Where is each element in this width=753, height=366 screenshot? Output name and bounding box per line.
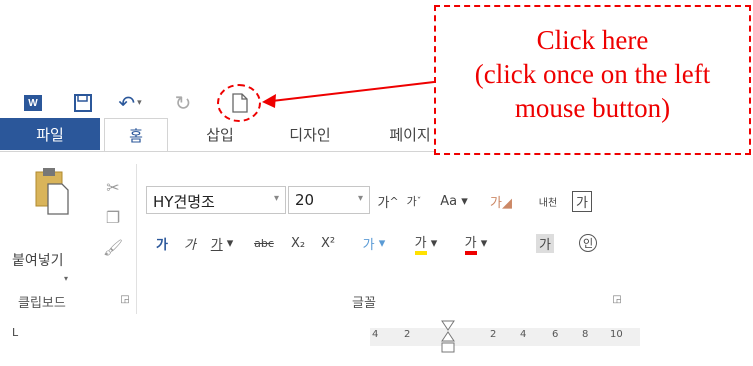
save-icon bbox=[74, 94, 92, 112]
ruler-tick: 4 bbox=[520, 329, 527, 340]
callout-line: (click once on the left bbox=[474, 59, 711, 89]
eraser-icon: 가◢ bbox=[490, 195, 512, 211]
redo-button[interactable]: ↻ bbox=[170, 88, 196, 118]
ruler-tick: 10 bbox=[610, 329, 623, 340]
format-painter-button[interactable]: 🖌 bbox=[102, 236, 124, 258]
font-group-label: 글꼴 bbox=[352, 296, 376, 311]
tab-insert[interactable]: 삽입 bbox=[188, 118, 252, 150]
enclose-characters-label: 인 bbox=[578, 234, 598, 252]
shrink-font-label: 가 bbox=[406, 195, 417, 208]
font-color-label: 가 bbox=[464, 232, 477, 255]
cut-button[interactable]: ✂ bbox=[102, 176, 124, 198]
font-color-button[interactable]: 가 ▾ bbox=[454, 230, 498, 256]
ruler-tick: 8 bbox=[582, 329, 589, 340]
strikethrough-label: abc bbox=[254, 236, 274, 250]
scissors-icon: ✂ bbox=[106, 177, 120, 197]
clipboard-group-label: 클립보드 bbox=[18, 296, 66, 311]
subscript-label: X₂ bbox=[290, 235, 306, 251]
character-shading-button[interactable]: 가 bbox=[530, 230, 560, 256]
subscript-button[interactable]: X₂ bbox=[286, 230, 310, 256]
copy-button[interactable]: ❐ bbox=[102, 206, 124, 228]
redo-icon: ↻ bbox=[174, 91, 192, 115]
highlight-color-button[interactable]: 가 ▾ bbox=[404, 230, 448, 256]
bold-label: 가 bbox=[156, 237, 168, 253]
phonetic-guide-button[interactable]: 내천 bbox=[530, 188, 566, 214]
shrink-font-button[interactable]: 가ˇ bbox=[402, 188, 426, 214]
underline-label: 가 bbox=[210, 237, 223, 253]
underline-button[interactable]: 가 ▾ bbox=[204, 230, 240, 256]
font-dialog-launcher[interactable]: ◲ bbox=[610, 292, 624, 306]
save-button[interactable] bbox=[70, 88, 96, 118]
character-border-button[interactable]: 가 bbox=[568, 188, 596, 214]
highlight-ring bbox=[217, 84, 261, 122]
word-logo-text: W bbox=[24, 95, 42, 111]
tab-design[interactable]: 디자인 bbox=[270, 118, 350, 150]
ruler-tick: 4 bbox=[372, 329, 379, 340]
tab-home[interactable]: 홈 bbox=[104, 118, 168, 152]
horizontal-ruler[interactable]: 4 2 2 4 6 8 10 bbox=[370, 328, 640, 346]
font-family-select[interactable]: HY견명조 ▾ bbox=[146, 186, 286, 214]
tab-selector[interactable]: L bbox=[12, 326, 32, 346]
font-size-select[interactable]: 20 ▾ bbox=[288, 186, 370, 214]
copy-icon: ❐ bbox=[105, 207, 121, 227]
highlight-color-label: 가 bbox=[414, 232, 427, 255]
word-logo-icon: W bbox=[22, 88, 44, 118]
ruler-tick: 2 bbox=[404, 329, 411, 340]
callout-box: Click here (click once on the left mouse… bbox=[434, 5, 751, 155]
paste-label: 붙여넣기 bbox=[12, 253, 64, 269]
strikethrough-button[interactable]: abc bbox=[244, 230, 284, 256]
enclose-characters-button[interactable]: 인 bbox=[574, 230, 602, 256]
group-divider bbox=[136, 164, 137, 314]
callout-line: Click here bbox=[536, 25, 649, 55]
ruler-tick: 6 bbox=[552, 329, 559, 340]
ribbon-home: 붙여넣기 ▾ ✂ ❐ 🖌 클립보드 ◲ HY견명조 ▾ 20 ▾ 가 ^ 가ˇ A… bbox=[0, 151, 640, 317]
undo-button[interactable]: ↶ ▾ bbox=[110, 88, 150, 118]
callout-line: mouse button) bbox=[514, 93, 671, 123]
clipboard-dialog-launcher[interactable]: ◲ bbox=[118, 292, 132, 306]
paste-icon bbox=[35, 168, 69, 215]
text-effects-label: 가 bbox=[362, 237, 375, 253]
tab-file[interactable]: 파일 bbox=[0, 118, 100, 150]
grow-font-label: 가 bbox=[377, 195, 390, 211]
character-shading-label: 가 bbox=[536, 233, 554, 253]
text-effects-button[interactable]: 가 ▾ bbox=[354, 230, 394, 256]
superscript-label: X² bbox=[320, 235, 336, 251]
ruler-tick: 2 bbox=[490, 329, 497, 340]
change-case-button[interactable]: Aa ▾ bbox=[432, 188, 476, 214]
undo-icon: ↶ bbox=[118, 91, 136, 115]
chevron-down-icon: ▾ bbox=[273, 193, 279, 204]
character-border-label: 가 bbox=[572, 190, 592, 212]
bold-button[interactable]: 가 bbox=[150, 230, 174, 256]
indent-marker[interactable] bbox=[441, 320, 455, 354]
chevron-down-icon: ▾ bbox=[357, 193, 363, 204]
clear-formatting-button[interactable]: 가◢ bbox=[484, 188, 518, 214]
paste-button[interactable]: 붙여넣기 ▾ bbox=[12, 162, 78, 283]
font-size-value: 20 bbox=[295, 191, 315, 209]
italic-button[interactable]: 가 bbox=[178, 230, 202, 256]
change-case-label: Aa bbox=[440, 193, 458, 209]
superscript-button[interactable]: X² bbox=[316, 230, 340, 256]
ruler-area: L 4 2 2 4 6 8 10 bbox=[0, 318, 640, 366]
font-family-value: HY견명조 bbox=[153, 193, 215, 211]
undo-dropdown-caret[interactable]: ▾ bbox=[137, 98, 142, 108]
italic-label: 가 bbox=[184, 237, 196, 253]
phonetic-guide-label: 내천 bbox=[538, 197, 558, 209]
paste-dropdown-caret[interactable]: ▾ bbox=[64, 274, 68, 283]
paintbrush-icon: 🖌 bbox=[102, 237, 124, 257]
grow-font-button[interactable]: 가 ^ bbox=[376, 188, 400, 214]
